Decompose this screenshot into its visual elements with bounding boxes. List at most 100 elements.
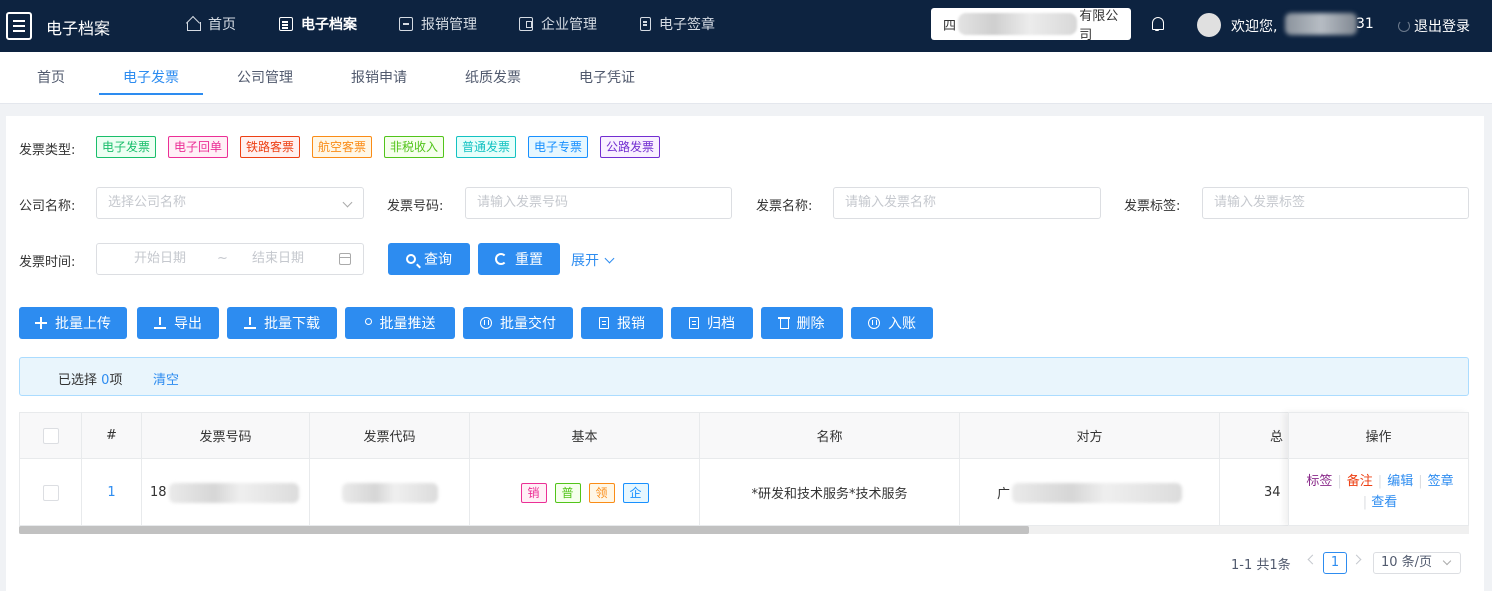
scrollbar-thumb[interactable] [19, 526, 1029, 534]
invoice-tag-input[interactable]: 请输入发票标签 [1202, 187, 1469, 219]
col-counterparty: 对方 [960, 413, 1220, 458]
batch-push-label: 批量推送 [379, 316, 436, 332]
company-switcher[interactable]: 四 有限公司 [931, 8, 1131, 40]
next-page-icon[interactable] [1351, 554, 1362, 565]
trash-icon [777, 317, 790, 329]
col-invoice-no: 发票号码 [142, 413, 310, 458]
batch-deliver-label: 批量交付 [500, 316, 556, 332]
row-invoice-no: 18 [142, 459, 310, 525]
type-tag-e-special[interactable]: 电子专票 [528, 136, 589, 158]
invoice-no-redacted [168, 482, 299, 503]
tab-home[interactable]: 首页 [37, 67, 65, 87]
col-invoice-code: 发票代码 [310, 413, 470, 458]
invoice-no-prefix: 18 [150, 485, 167, 500]
type-tag-railway[interactable]: 铁路客票 [240, 136, 301, 158]
expand-label: 展开 [571, 253, 599, 269]
topnav-electronic-archive-label: 电子档案 [301, 17, 357, 33]
enterprise-tag: 企 [622, 482, 649, 503]
select-all-checkbox[interactable] [42, 427, 59, 444]
topnav-reimburse[interactable]: 报销管理 [399, 14, 477, 34]
plus-icon [35, 317, 47, 329]
export-label: 导出 [174, 316, 202, 332]
app-title: 电子档案 [46, 19, 111, 38]
edit-link[interactable]: 编辑 [1387, 474, 1413, 489]
prev-page-icon[interactable] [1307, 554, 1318, 565]
batch-upload-label: 批量上传 [55, 316, 111, 332]
chevron-down-icon [604, 253, 615, 263]
expand-toggle[interactable]: 展开 [571, 250, 615, 270]
range-separator: ~ [217, 251, 228, 266]
table-horizontal-scrollbar[interactable] [19, 526, 1469, 534]
notification-bell-icon[interactable] [1150, 16, 1164, 32]
tab-company-management[interactable]: 公司管理 [237, 67, 293, 87]
archive-logo-icon [6, 12, 32, 40]
tab-paper-invoice[interactable]: 纸质发票 [465, 67, 521, 87]
invoice-tag-label: 发票标签: [1124, 199, 1181, 214]
power-icon [1398, 20, 1410, 32]
note-link[interactable]: 备注 [1347, 474, 1373, 489]
type-tag-non-tax[interactable]: 非税收入 [384, 136, 445, 158]
type-tag-general[interactable]: 普通发票 [456, 136, 517, 158]
batch-download-button[interactable]: 批量下载 [227, 307, 337, 339]
delete-button[interactable]: 删除 [761, 307, 843, 339]
download-icon [244, 317, 256, 329]
company-name-select[interactable]: 选择公司名称 [96, 187, 364, 219]
avatar[interactable] [1197, 13, 1221, 37]
op-separator: | [1362, 495, 1368, 510]
invoice-type-label: 发票类型: [19, 143, 76, 158]
search-button[interactable]: 查询 [388, 243, 470, 275]
archive-button[interactable]: 归档 [671, 307, 753, 339]
topnav-enterprise[interactable]: 企业管理 [519, 14, 597, 34]
date-range-picker[interactable]: 开始日期 ~ 结束日期 [96, 243, 364, 275]
tab-reimburse-apply[interactable]: 报销申请 [351, 67, 407, 87]
tab-e-invoice[interactable]: 电子发票 [123, 67, 179, 87]
post-to-ledger-label: 入账 [888, 316, 916, 332]
invoice-time-label: 发票时间: [19, 255, 76, 270]
claimed-tag: 领 [588, 482, 615, 503]
clear-selection-link[interactable]: 清空 [153, 369, 179, 388]
post-to-ledger-button[interactable]: 入账 [851, 307, 933, 339]
sales-tag: 销 [520, 482, 547, 503]
reimburse-button[interactable]: 报销 [581, 307, 663, 339]
invoice-no-input[interactable]: 请输入发票号码 [465, 187, 732, 219]
type-tag-e-receipt[interactable]: 电子回单 [168, 136, 229, 158]
pagination-total: 1-1 共1条 [1231, 558, 1291, 573]
table-row[interactable]: 1 18 销 普 领 企 *研发和技术服务*技术服务 广 34 [20, 459, 1468, 525]
post-icon [868, 317, 880, 329]
op-separator: | [1418, 474, 1423, 489]
deliver-icon [480, 317, 492, 329]
topnav-home[interactable]: 首页 [186, 14, 236, 34]
reset-button[interactable]: 重置 [478, 243, 560, 275]
batch-deliver-button[interactable]: 批量交付 [463, 307, 573, 339]
topnav-e-seal[interactable]: 电子签章 [640, 14, 715, 34]
logout-button[interactable]: 退出登录 [1398, 16, 1470, 36]
page-size-label: 10 条/页 [1381, 555, 1433, 570]
reimburse-label: 报销 [617, 316, 645, 332]
type-tag-airline[interactable]: 航空客票 [312, 136, 373, 158]
tab-e-voucher[interactable]: 电子凭证 [579, 67, 635, 87]
tag-link[interactable]: 标签 [1306, 474, 1332, 489]
selection-info-bar: 已选择 0项 清空 [19, 357, 1469, 396]
archive-icon [689, 317, 699, 329]
type-tag-e-invoice[interactable]: 电子发票 [96, 136, 157, 158]
welcome-text: 欢迎您, [1231, 19, 1278, 35]
row-select-cell [20, 459, 82, 525]
invoice-table: # 发票号码 发票代码 基本 名称 对方 总 1 18 销 普 领 企 *研发和… [19, 412, 1469, 526]
export-button[interactable]: 导出 [137, 307, 219, 339]
batch-upload-button[interactable]: 批量上传 [19, 307, 127, 339]
page-number[interactable]: 1 [1323, 552, 1347, 574]
delete-label: 删除 [796, 316, 825, 332]
row-checkbox[interactable] [42, 484, 59, 501]
view-link[interactable]: 查看 [1371, 495, 1397, 510]
home-icon [186, 17, 201, 31]
seal-link[interactable]: 签章 [1428, 474, 1454, 489]
type-tag-highway[interactable]: 公路发票 [600, 136, 661, 158]
operations-column: 操作 标签 | 备注 | 编辑 | 签章 | 查看 [1288, 412, 1469, 526]
company-suffix: 有限公司 [1079, 9, 1119, 40]
chevron-down-icon [1442, 556, 1452, 566]
page-size-select[interactable]: 10 条/页 [1373, 552, 1461, 574]
invoice-name-label: 发票名称: [756, 199, 813, 214]
topnav-electronic-archive[interactable]: 电子档案 [279, 14, 357, 34]
invoice-name-input[interactable]: 请输入发票名称 [833, 187, 1101, 219]
batch-push-button[interactable]: 批量推送 [345, 307, 455, 339]
